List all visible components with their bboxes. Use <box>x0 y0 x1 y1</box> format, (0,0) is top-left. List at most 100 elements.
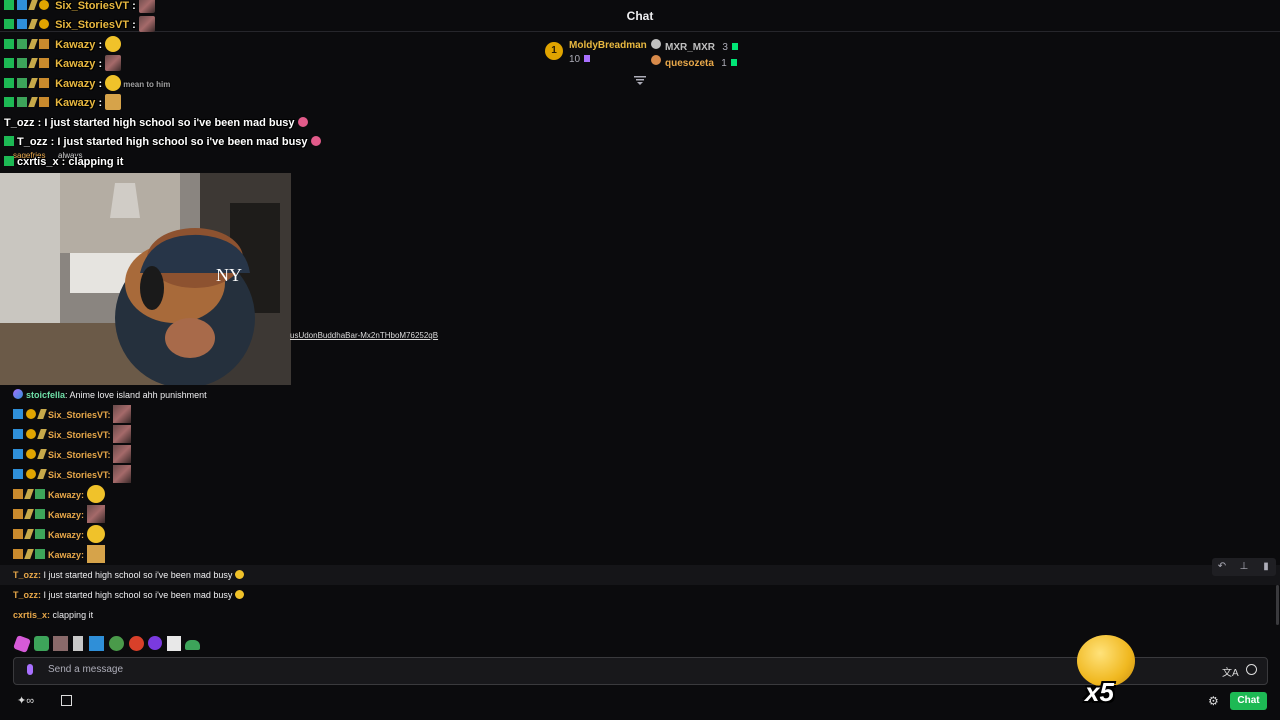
leaderboard-user-1[interactable]: MoldyBreadman <box>569 40 647 51</box>
badge-icon <box>37 469 47 479</box>
crown-badge-icon <box>13 549 23 559</box>
badge-icon <box>37 449 47 459</box>
leaderboard: 1 MoldyBreadman 10 MXR_MXR 3 quesozeta 1 <box>545 39 745 69</box>
store-icon[interactable] <box>61 695 72 706</box>
badge-icon <box>37 409 47 419</box>
overlay-chat-line: T_ozz : I just started high school so i'… <box>4 133 321 151</box>
emote-icon[interactable] <box>89 636 104 651</box>
emote-icon <box>86 485 105 503</box>
emote-icon[interactable] <box>148 636 162 650</box>
translate-icon[interactable]: 文A <box>1222 664 1239 679</box>
message-placeholder: Send a message <box>48 664 124 675</box>
overlay-chat-line: Six_StoriesVT : <box>4 16 155 34</box>
chat-message[interactable]: cxrtis_x: clapping it <box>13 605 93 625</box>
emote-icon[interactable] <box>13 635 31 653</box>
combo-count: x5 <box>1085 677 1114 707</box>
emote-icon <box>113 405 132 423</box>
overlay-chat-line: Kawazy : mean to him <box>4 75 170 93</box>
chat-message[interactable]: Kawazy: <box>13 505 105 525</box>
emote-icon <box>105 36 122 52</box>
delete-icon[interactable]: ▮ <box>1258 559 1274 575</box>
emoji-icon[interactable] <box>1246 664 1257 675</box>
emote-icon <box>138 16 155 32</box>
scrollbar[interactable] <box>1276 585 1279 625</box>
badge-icon <box>24 529 34 539</box>
emote-icon[interactable] <box>109 636 124 651</box>
emote-icon <box>310 136 321 146</box>
emote-icon <box>234 590 244 599</box>
chat-message[interactable]: Six_StoriesVT: <box>13 445 132 465</box>
emote-icon <box>297 117 308 127</box>
emote-icon <box>86 545 105 563</box>
emote-icon <box>113 445 132 463</box>
chat-message[interactable]: T_ozz: I just started high school so i'v… <box>13 585 244 605</box>
badge-icon <box>26 409 36 419</box>
emote-icon <box>113 425 132 443</box>
badge-icon <box>13 409 23 419</box>
badge-icon <box>37 429 47 439</box>
emote-icon[interactable] <box>34 636 49 651</box>
emote-icon[interactable] <box>167 636 181 651</box>
chat-message[interactable]: Kawazy: <box>13 545 105 565</box>
combo-emote: x5 <box>1075 633 1137 713</box>
reply-icon[interactable]: ↶ <box>1214 559 1230 575</box>
chat-message[interactable]: Six_StoriesVT: <box>13 425 132 445</box>
emote-icon <box>138 0 155 13</box>
badge-icon <box>24 509 34 519</box>
emote-icon[interactable] <box>53 636 68 651</box>
leaderboard-row-2[interactable]: MXR_MXR 3 <box>665 39 738 53</box>
chat-message[interactable]: Six_StoriesVT: <box>13 465 132 485</box>
badge-icon <box>13 449 23 459</box>
crown-badge-icon <box>13 489 23 499</box>
pin-icon[interactable]: ⊥ <box>1236 559 1252 575</box>
overlay-link[interactable]: usUdonBuddhaBar-Mx2nTHboM76252qB <box>290 331 438 340</box>
silver-medal-icon <box>651 39 661 49</box>
badge-icon <box>24 549 34 559</box>
crown-badge-icon <box>13 509 23 519</box>
chat-message[interactable]: Kawazy: <box>13 525 105 545</box>
settings-gear-icon[interactable]: ⚙ <box>1208 694 1219 708</box>
emote-tray <box>13 635 205 653</box>
bits-icon <box>731 43 738 50</box>
emote-icon <box>105 94 122 110</box>
gold-medal-icon: 1 <box>545 42 563 60</box>
gift-badge-icon <box>35 529 45 539</box>
badge-icon <box>26 469 36 479</box>
emote-icon <box>86 505 105 523</box>
chat-send-button[interactable]: Chat <box>1230 692 1267 710</box>
leaderboard-row-3[interactable]: quesozeta 1 <box>665 55 737 69</box>
svg-text:NY: NY <box>216 265 242 285</box>
emote-icon[interactable] <box>129 636 144 651</box>
bronze-medal-icon <box>651 55 661 65</box>
overlay-chat-line: T_ozz : I just started high school so i'… <box>4 114 308 132</box>
gift-badge-icon <box>35 489 45 499</box>
microphone-icon[interactable] <box>27 664 33 675</box>
bits-icon <box>730 59 737 66</box>
badge-icon <box>13 469 23 479</box>
message-toolbar: ↶ ⊥ ▮ <box>1212 558 1276 576</box>
emote-icon[interactable] <box>185 640 200 650</box>
chat-message[interactable]: Six_StoriesVT: <box>13 405 132 425</box>
overlay-chat-line: cxrtis_x : clapping it <box>4 153 123 171</box>
collapse-icon[interactable] <box>634 74 646 85</box>
badge-icon <box>26 449 36 459</box>
badge-icon <box>13 429 23 439</box>
leaderboard-count-1: 10 <box>569 54 591 65</box>
overlay-chat-line: Kawazy : <box>4 36 122 54</box>
crown-badge-icon <box>13 529 23 539</box>
chat-message[interactable]: stoicfella: Anime love island ahh punish… <box>13 385 207 405</box>
emote-icon <box>105 55 122 71</box>
emote-icon[interactable] <box>73 636 83 651</box>
emote-icon <box>113 465 132 483</box>
chat-message[interactable]: Kawazy: <box>13 485 105 505</box>
webcam-video: NY <box>0 173 291 385</box>
avatar-icon <box>13 389 23 399</box>
channel-points-icon[interactable]: ✦∞ <box>17 694 41 708</box>
overlay-chat-line: Six_StoriesVT : <box>4 0 155 15</box>
chat-message[interactable]: T_ozz: I just started high school so i'v… <box>13 565 244 585</box>
emote-icon <box>105 75 122 91</box>
gift-badge-icon <box>35 549 45 559</box>
overlay-chat-line: Kawazy : <box>4 55 122 73</box>
badge-icon <box>24 489 34 499</box>
bits-icon <box>584 55 591 62</box>
